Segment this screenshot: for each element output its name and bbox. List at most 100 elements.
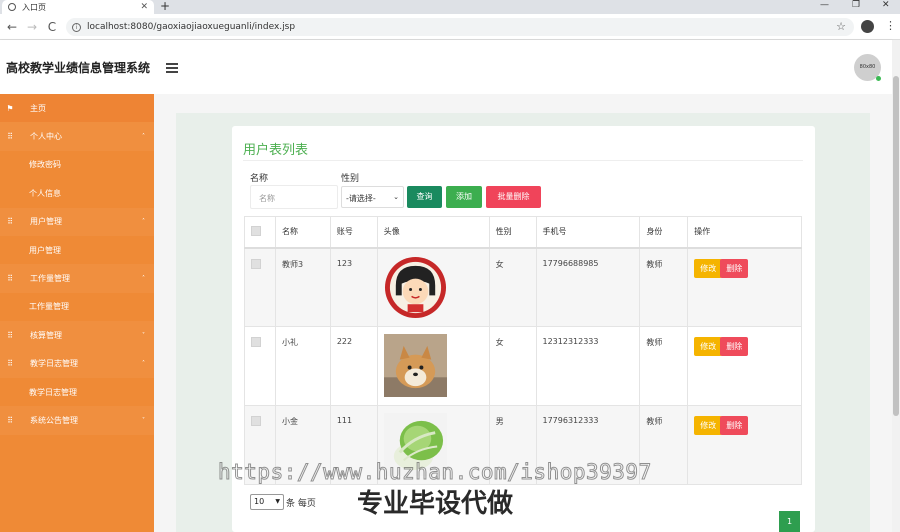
actions-cell: 修改 删除 (687, 247, 802, 327)
actions-cell: 修改 删除 (687, 326, 802, 406)
page-size-select[interactable]: 10 ▼ (250, 494, 284, 510)
sidebar-item-label: 个人信息 (29, 188, 61, 198)
chevron-down-icon: ⌄ (393, 193, 399, 201)
sidebar-group[interactable]: ⠿ 工作量管理 ˄ (0, 264, 154, 293)
app-title: 高校教学业绩信息管理系统 (6, 61, 151, 75)
delete-button[interactable]: 删除 (720, 416, 749, 435)
name-label: 名称 (250, 174, 269, 184)
column-header: 手机号 (535, 216, 641, 249)
tab-close-icon[interactable]: ✕ (140, 2, 148, 12)
reload-button[interactable]: C (44, 20, 60, 34)
globe-icon (8, 3, 16, 11)
select-all-checkbox[interactable] (251, 225, 261, 236)
phone-cell: 12312312333 (535, 326, 641, 406)
caret-icon: ˅ (142, 416, 145, 424)
caret-icon: ˄ (142, 360, 145, 368)
cartoon-girl-avatar (384, 256, 447, 319)
role-cell: 教师 (639, 326, 689, 406)
delete-button[interactable]: 删除 (720, 258, 749, 278)
grid-icon: ⠿ (7, 217, 13, 227)
name-cell: 小礼 (274, 326, 331, 406)
per-page-label: 条 每页 (286, 499, 316, 509)
edit-button[interactable]: 修改 (694, 416, 723, 435)
row-checkbox[interactable] (251, 337, 261, 347)
browser-menu-icon[interactable]: ⋮ (885, 19, 896, 32)
select-all-cell[interactable] (244, 216, 276, 249)
sidebar-group[interactable]: ⠿ 教学日志管理 ˄ (0, 349, 154, 378)
scrollbar-thumb[interactable] (893, 76, 899, 416)
page-scrollbar[interactable] (892, 40, 900, 532)
caret-icon: ˄ (142, 133, 145, 141)
table-row: 教师3 123 女 17796688985 教师 修改 删除 (244, 247, 802, 327)
sidebar-item-label: 工作量管理 (29, 302, 69, 312)
gender-label: 性别 (341, 174, 360, 184)
column-header: 身份 (639, 216, 689, 249)
sidebar-group[interactable]: ⠿ 系统公告管理 ˅ (0, 406, 154, 435)
gender-select-value: -请选择- (346, 194, 376, 203)
sidebar-group[interactable]: ⠿ 个人中心 ˄ (0, 122, 154, 151)
hamburger-menu-icon[interactable] (166, 63, 178, 73)
row-select-cell[interactable] (244, 247, 276, 327)
shiba-dog-photo (383, 334, 447, 397)
sidebar-item-label: 主页 (30, 103, 46, 113)
account-cell: 123 (329, 247, 378, 327)
back-button[interactable]: ← (4, 20, 20, 34)
sidebar-group[interactable]: ⠿ 用户管理 ˄ (0, 207, 154, 236)
caret-icon: ˅ (142, 331, 145, 339)
sidebar-subitem[interactable]: 修改密码 (0, 151, 154, 179)
caret-icon: ˄ (142, 218, 145, 226)
sidebar-subitem[interactable]: 个人信息 (0, 179, 154, 207)
online-status-dot (876, 76, 881, 81)
info-icon[interactable]: i (72, 22, 81, 32)
profile-icon[interactable] (861, 20, 874, 33)
browser-tab[interactable]: 入口页 ✕ (2, 0, 154, 14)
gender-cell: 女 (488, 247, 537, 327)
grid-icon: ⠿ (7, 330, 13, 340)
name-search-input[interactable]: 名称 (250, 185, 338, 209)
sidebar-group[interactable]: ⠿ 核算管理 ˅ (0, 321, 154, 350)
page-number-button[interactable]: 1 (779, 511, 800, 532)
grid-icon: ⠿ (7, 415, 13, 425)
new-tab-button[interactable]: + (160, 0, 170, 13)
add-button[interactable]: 添加 (446, 186, 482, 208)
page-title: 用户表列表 (243, 143, 309, 158)
address-bar: ← → C i localhost:8080/gaoxiaojiaoxuegua… (0, 14, 900, 40)
column-header: 性别 (488, 216, 537, 249)
minimize-button[interactable]: — (820, 0, 829, 10)
user-table: 名称 账号 头像 性别 手机号 身份 操作 教师3 123 女 17796688985… (244, 216, 802, 485)
sidebar-item-home[interactable]: ⚑ 主页 (0, 94, 154, 123)
sidebar-item-label: 用户管理 (29, 245, 61, 255)
bookmark-star-icon[interactable]: ☆ (836, 20, 846, 33)
row-checkbox[interactable] (251, 258, 261, 269)
row-checkbox[interactable] (251, 416, 261, 426)
sidebar-subitem[interactable]: 工作量管理 (0, 293, 154, 321)
gender-cell: 女 (488, 326, 537, 406)
column-header: 头像 (376, 216, 490, 249)
grid-icon: ⠿ (7, 359, 13, 369)
restore-button[interactable]: ❐ (852, 0, 860, 10)
sidebar-item-label: 系统公告管理 (30, 415, 78, 425)
query-button[interactable]: 查询 (407, 186, 442, 208)
delete-button[interactable]: 删除 (720, 337, 749, 356)
gender-select[interactable]: -请选择- ⌄ (341, 186, 404, 208)
caret-icon: ˄ (142, 275, 145, 283)
forward-button[interactable]: → (24, 20, 40, 34)
url-field[interactable]: i localhost:8080/gaoxiaojiaoxueguanli/in… (66, 18, 854, 36)
grid-icon: ⠿ (7, 132, 13, 142)
table-header-row: 名称 账号 头像 性别 手机号 身份 操作 (244, 216, 802, 249)
sidebar-item-label: 个人中心 (30, 132, 62, 142)
sidebar-subitem[interactable]: 教学日志管理 (0, 378, 154, 406)
row-select-cell[interactable] (244, 326, 276, 406)
chevron-down-icon: ▼ (275, 498, 280, 505)
sidebar-subitem[interactable]: 用户管理 (0, 236, 154, 264)
column-header: 账号 (329, 216, 378, 249)
batch-delete-button[interactable]: 批量删除 (486, 186, 541, 208)
grid-icon: ⠿ (7, 274, 13, 284)
title-divider (243, 160, 803, 161)
sidebar-item-label: 教学日志管理 (29, 387, 77, 397)
sidebar-item-label: 修改密码 (29, 160, 61, 170)
edit-button[interactable]: 修改 (694, 258, 723, 278)
edit-button[interactable]: 修改 (694, 337, 723, 356)
watermark-url: https://www.huzhan.com/ishop39397 (218, 460, 652, 485)
window-close-button[interactable]: ✕ (882, 0, 890, 10)
